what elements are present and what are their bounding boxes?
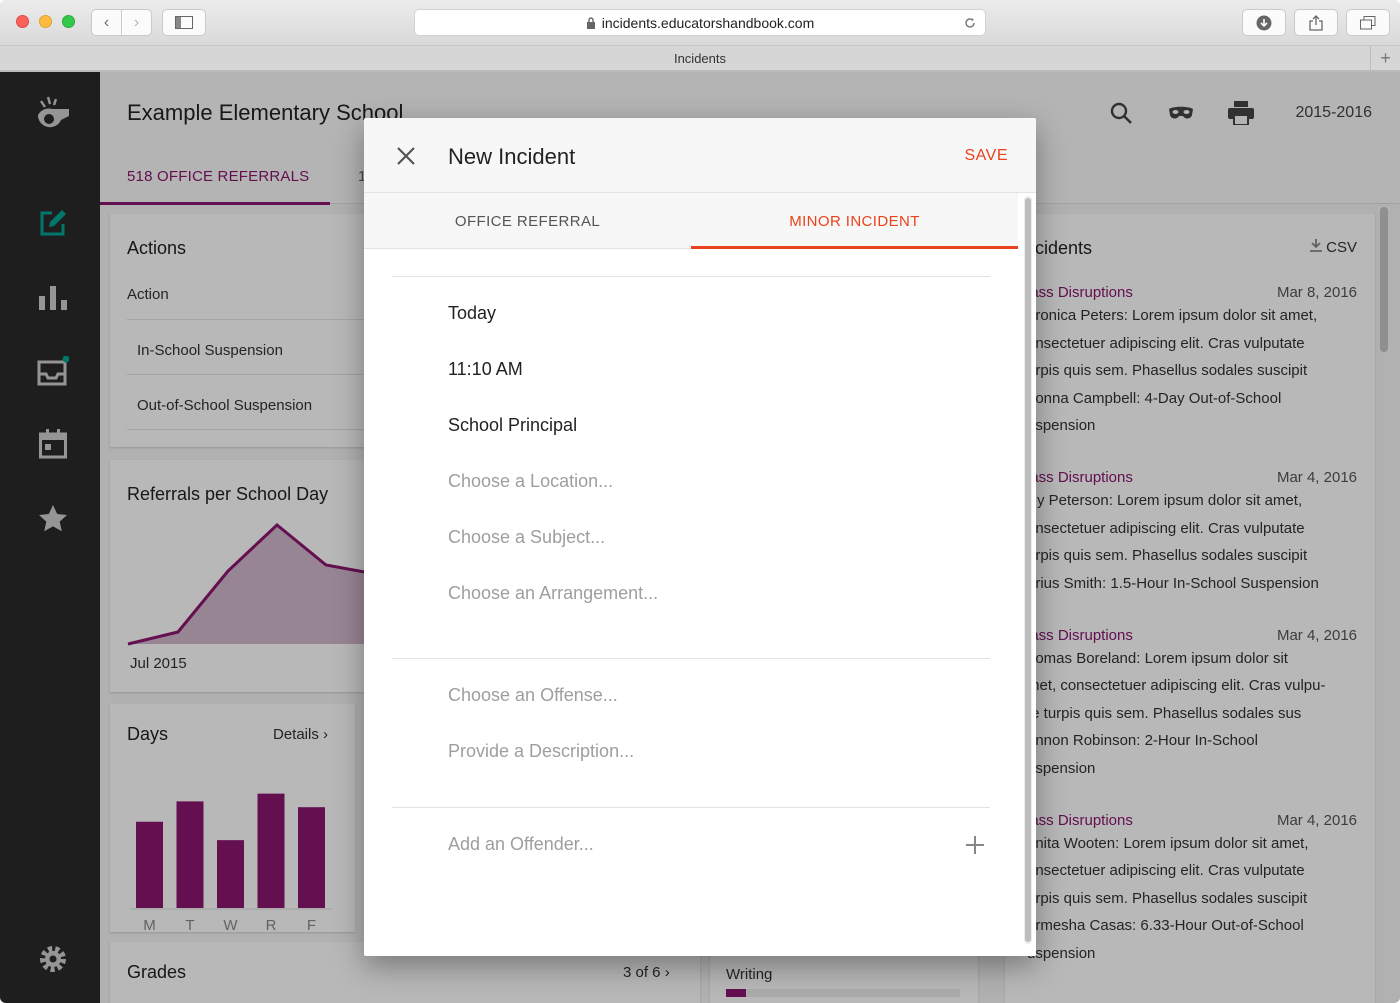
time-field[interactable]: 11:10 AM [448, 359, 523, 380]
tab-minor-incident[interactable]: MINOR INCIDENT [691, 193, 1018, 249]
lock-icon [586, 16, 595, 29]
minimize-window-button[interactable] [39, 15, 52, 28]
forward-button[interactable]: › [121, 9, 152, 36]
downloads-button[interactable] [1242, 9, 1286, 36]
new-incident-dialog: New Incident SAVE OFFICE REFERRAL MINOR … [364, 118, 1036, 956]
dialog-form: Today 11:10 AM School Principal Choose a… [364, 249, 1018, 956]
date-field[interactable]: Today [448, 303, 496, 324]
tab-strip: Incidents + [0, 46, 1400, 71]
download-icon [1256, 15, 1272, 30]
arrangement-field[interactable]: Choose an Arrangement... [448, 583, 658, 604]
offense-field[interactable]: Choose an Offense... [448, 685, 618, 706]
close-button[interactable] [394, 144, 418, 168]
dialog-tabs: OFFICE REFERRAL MINOR INCIDENT [364, 193, 1018, 249]
tabs-overview-button[interactable] [1346, 9, 1390, 36]
share-icon [1309, 14, 1323, 31]
address-bar[interactable]: incidents.educatorshandbook.com [414, 9, 986, 36]
tab-office-referral[interactable]: OFFICE REFERRAL [364, 193, 691, 249]
subject-field[interactable]: Choose a Subject... [448, 527, 605, 548]
dialog-scrollbar-thumb[interactable] [1025, 198, 1031, 942]
description-field[interactable]: Provide a Description... [448, 741, 634, 762]
browser-tab-title[interactable]: Incidents [674, 51, 726, 66]
browser-window: ‹ › incidents.educatorshandbook.com Inci… [0, 0, 1400, 1003]
save-button[interactable]: SAVE [965, 147, 1009, 165]
tabs-icon [1360, 15, 1376, 29]
back-button[interactable]: ‹ [91, 9, 122, 36]
sidebar-icon [175, 16, 193, 29]
chevron-left-icon: ‹ [103, 13, 110, 31]
new-tab-button[interactable]: + [1370, 46, 1400, 70]
url-text: incidents.educatorshandbook.com [601, 14, 815, 31]
offender-field[interactable]: Add an Offender... [448, 834, 594, 855]
close-icon [397, 147, 415, 165]
close-window-button[interactable] [16, 15, 29, 28]
dialog-title: New Incident [448, 144, 576, 169]
zoom-window-button[interactable] [62, 15, 75, 28]
plus-icon: + [1380, 47, 1391, 68]
dialog-header: New Incident SAVE [364, 118, 1036, 193]
sidebar-toggle-button[interactable] [162, 9, 206, 36]
chevron-right-icon: › [133, 13, 140, 31]
location-field[interactable]: Choose a Location... [448, 471, 613, 492]
share-button[interactable] [1294, 9, 1338, 36]
staff-field[interactable]: School Principal [448, 415, 577, 436]
reload-icon[interactable] [963, 16, 977, 30]
add-offender-plus-icon[interactable] [966, 836, 984, 854]
browser-toolbar: ‹ › incidents.educatorshandbook.com [0, 0, 1400, 46]
